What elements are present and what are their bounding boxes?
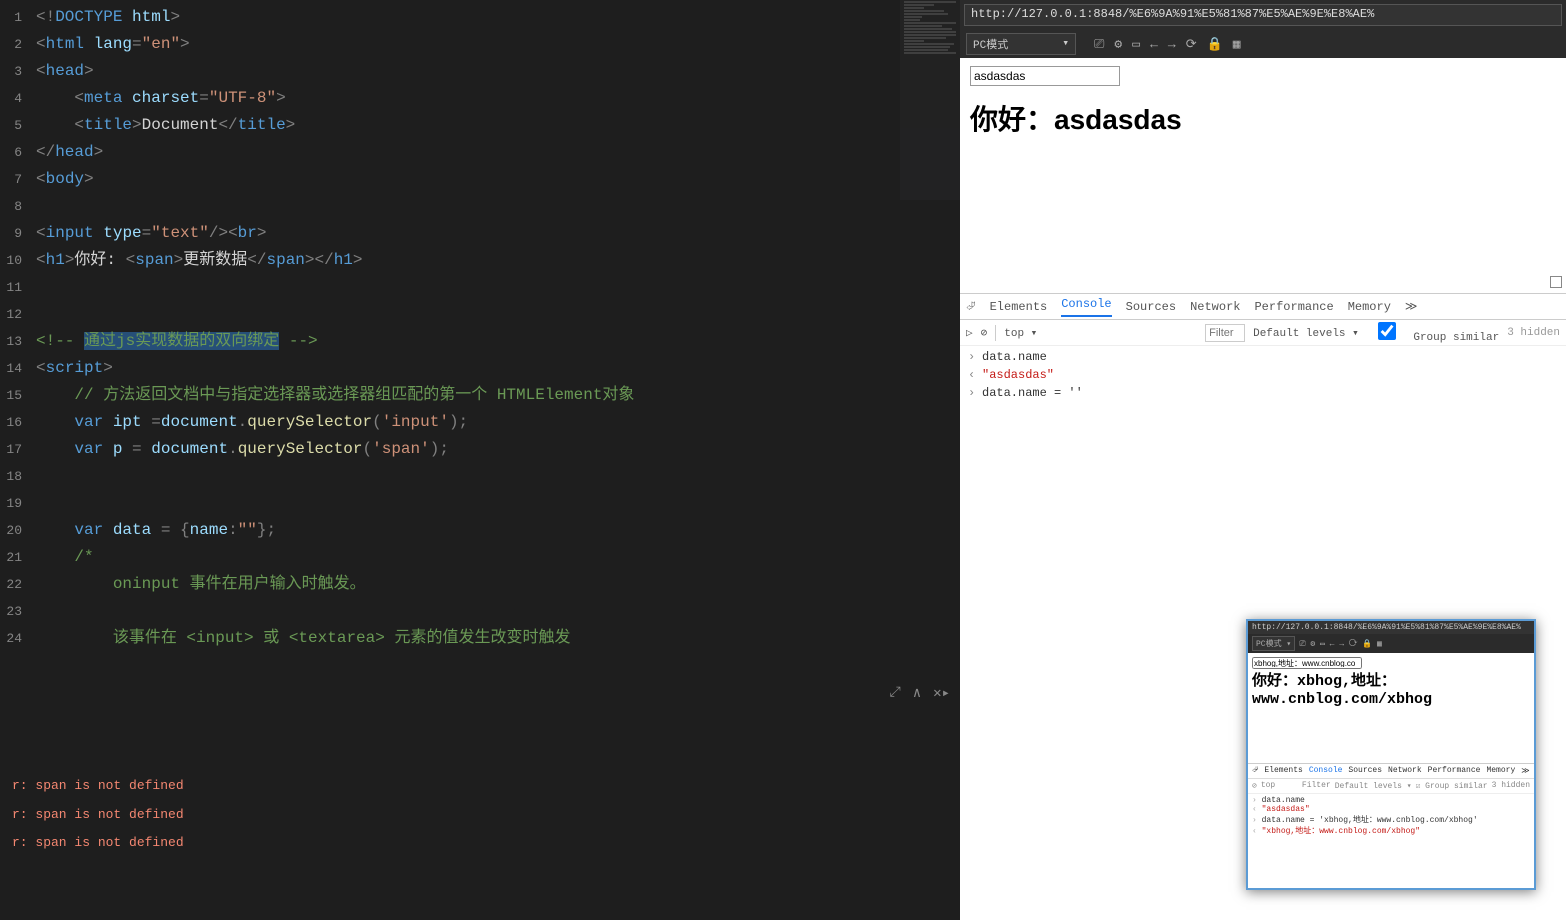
- tab-performance[interactable]: Performance: [1254, 300, 1333, 314]
- editor-pane: 123456789101112131415161718192021222324 …: [0, 0, 960, 920]
- device-icon[interactable]: ⎚: [1094, 37, 1104, 52]
- console-toolbar: ▷ ⊘ top ▾ Default levels ▾ Group similar…: [960, 320, 1566, 346]
- forward-icon[interactable]: →: [1168, 37, 1176, 52]
- qr-icon[interactable]: ▦: [1233, 37, 1241, 52]
- chevron-down-icon: ▾: [1062, 36, 1069, 52]
- levels-select[interactable]: Default levels ▾: [1253, 326, 1359, 340]
- clear-icon[interactable]: ⊘: [981, 326, 988, 340]
- tab-network[interactable]: Network: [1190, 300, 1240, 314]
- collapse-icon[interactable]: ∧: [913, 685, 921, 702]
- lock-icon[interactable]: 🔒: [1207, 37, 1223, 52]
- browser-chrome: http://127.0.0.1:8848/%E6%9A%91%E5%81%87…: [960, 0, 1566, 58]
- page-preview: 你好：asdasdas: [960, 58, 1566, 293]
- overlay-mode: PC模式 ▾: [1252, 636, 1295, 651]
- mode-select[interactable]: PC模式 ▾: [966, 33, 1076, 55]
- code-content[interactable]: <!DOCTYPE html><html lang="en"><head> <m…: [30, 0, 960, 760]
- gutter: 123456789101112131415161718192021222324: [0, 0, 30, 760]
- minimap[interactable]: [900, 0, 960, 200]
- devtools: ⮰ Elements Console Sources Network Performan…: [960, 293, 1566, 920]
- close-icon[interactable]: ✕▸: [933, 685, 950, 702]
- devtools-tabs: ⮰ Elements Console Sources Network Performan…: [960, 294, 1566, 320]
- group-checkbox[interactable]: Group similar: [1367, 322, 1499, 344]
- panel-toolbar: ⤢ ∧ ✕▸: [890, 685, 961, 702]
- overlay-input: [1252, 657, 1362, 669]
- context-select[interactable]: top ▾: [1004, 326, 1037, 340]
- heading-prefix: 你好：: [970, 104, 1054, 135]
- url-bar[interactable]: http://127.0.0.1:8848/%E6%9A%91%E5%81%87…: [964, 4, 1562, 26]
- browser-toolbar: PC模式 ▾ ⎚ ⚙ ▭ ← → ⟳ 🔒 ▦: [960, 30, 1566, 58]
- play-icon[interactable]: ▷: [966, 326, 973, 340]
- page-heading: 你好：asdasdas: [970, 98, 1556, 138]
- tab-elements[interactable]: Elements: [990, 300, 1048, 314]
- back-icon[interactable]: ←: [1150, 37, 1158, 52]
- refresh-icon[interactable]: ⟳: [1186, 37, 1197, 52]
- overlay-preview: http://127.0.0.1:8848/%E6%9A%91%E5%81%87…: [1246, 619, 1536, 890]
- more-icon[interactable]: ≫: [1405, 299, 1418, 314]
- maximize-icon[interactable]: ⤢: [890, 685, 901, 702]
- console-output[interactable]: ›data.name‹"asdasdas"›data.name = '' htt…: [960, 346, 1566, 920]
- tab-sources[interactable]: Sources: [1126, 300, 1176, 314]
- code-area: 123456789101112131415161718192021222324 …: [0, 0, 960, 760]
- gear-icon[interactable]: ⚙: [1114, 37, 1122, 52]
- filter-input[interactable]: [1205, 324, 1245, 342]
- inspect-icon[interactable]: ⮰: [966, 300, 976, 314]
- terminal-panel[interactable]: r: span is not definedr: span is not def…: [0, 760, 960, 920]
- overlay-heading: 你好：xbhog,地址：www.cnblog.com/xbhog: [1252, 673, 1530, 709]
- tablet-icon[interactable]: ▭: [1132, 37, 1140, 52]
- heading-value: asdasdas: [1054, 104, 1182, 135]
- overlay-url: http://127.0.0.1:8848/%E6%9A%91%E5%81%87…: [1248, 621, 1534, 634]
- browser-pane: http://127.0.0.1:8848/%E6%9A%91%E5%81%87…: [960, 0, 1566, 920]
- mode-label: PC模式: [973, 36, 1008, 52]
- page-text-input[interactable]: [970, 66, 1120, 86]
- undock-icon[interactable]: [1550, 276, 1562, 288]
- tab-memory[interactable]: Memory: [1348, 300, 1391, 314]
- tab-console[interactable]: Console: [1061, 297, 1111, 317]
- hidden-count: 3 hidden: [1507, 327, 1560, 339]
